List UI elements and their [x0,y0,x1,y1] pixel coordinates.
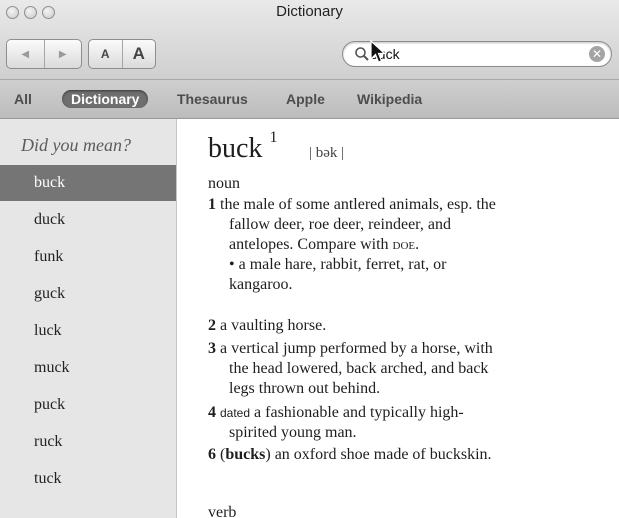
suggestion-label: guck [34,285,66,302]
suggestion-label: funk [34,248,64,265]
sense-6: 6 (bucks) an oxford shoe made of buckski… [208,445,608,465]
suggestion-item[interactable]: tuck [0,461,176,497]
subsense-text: kangaroo. [229,276,293,293]
suggestion-item[interactable]: funk [0,239,176,275]
mouse-pointer-icon [370,40,387,63]
suggestion-item[interactable]: muck [0,350,176,386]
suggestion-item[interactable]: guck [0,276,176,312]
suggestion-label: ruck [34,433,63,450]
sense-text: ) an oxford shoe made of buckskin. [265,446,492,463]
suggestion-item[interactable]: luck [0,313,176,349]
tab-apple[interactable]: Apple [286,91,325,107]
sense-text: a vaulting horse. [220,317,327,334]
sense-text: fallow deer, roe deer, reindeer, and [229,216,451,233]
tab-all[interactable]: All [14,91,32,107]
sense-text: a fashionable and typically high- [250,404,464,421]
source-scope-bar: All Dictionary Thesaurus Apple Wikipedia [0,80,619,119]
sense-text: a vertical jump performed by a horse, wi… [220,340,493,357]
suggestion-label: muck [34,359,70,376]
decrease-font-button[interactable]: A [89,40,122,68]
forward-button[interactable]: ▶ [43,40,82,68]
search-input[interactable] [370,45,570,63]
variant-form: bucks [225,446,266,463]
sidebar-header: Did you mean? [21,135,131,155]
suggestion-label: luck [34,322,62,339]
headword-text: buck [208,133,263,164]
sense-number: 3 [208,340,216,357]
sense-text: . [415,236,420,253]
sense-text: legs thrown out behind. [229,380,381,397]
window-title: Dictionary [276,3,343,20]
navigation-buttons: ◀ ▶ [6,39,82,69]
sense-text: the head lowered, back arched, and back [229,360,489,377]
suggestion-item[interactable]: ruck [0,424,176,460]
suggestion-item[interactable]: duck [0,202,176,238]
definition-pane: buck 1 | bək | noun 1 the male of some a… [177,119,619,518]
window-toolbar: Dictionary ◀ ▶ A A ✕ [0,0,619,80]
sense-text: antelopes. Compare with [229,236,393,253]
sense-number: 2 [208,317,216,334]
part-of-speech: noun [208,175,240,192]
cross-reference-link[interactable]: doe [393,237,416,253]
suggestions-sidebar: Did you mean? buck duck funk guck luck m… [0,119,177,518]
clear-search-button[interactable]: ✕ [589,46,605,62]
suggestion-label: buck [34,174,66,191]
search-icon [355,47,369,61]
suggestion-label: tuck [34,470,62,487]
forward-arrow-icon: ▶ [58,48,67,60]
font-size-buttons: A A [88,39,156,69]
register-label: dated [220,406,251,420]
headword: buck 1 [208,129,277,165]
tab-wikipedia[interactable]: Wikipedia [357,91,422,107]
back-button[interactable]: ◀ [7,40,44,68]
back-arrow-icon: ◀ [21,48,30,60]
pronunciation: | bək | [309,145,345,161]
suggestion-label: duck [34,211,66,228]
tab-thesaurus[interactable]: Thesaurus [177,91,248,107]
homograph-number: 1 [269,129,278,146]
sense-text: the male of some antlered animals, esp. … [220,196,496,213]
subsense-text: • a male hare, rabbit, ferret, rat, or [229,256,447,273]
sense-text: spirited young man. [229,424,357,441]
suggestion-label: puck [34,396,66,413]
suggestion-item[interactable]: puck [0,387,176,423]
tab-dictionary[interactable]: Dictionary [62,90,149,108]
sense-number: 1 [208,196,216,213]
sense-number: 4 [208,404,216,421]
part-of-speech: verb [208,504,237,518]
sense-number: 6 [208,446,216,463]
sense-3: 3 a vertical jump performed by a horse, … [208,339,608,399]
sense-1: 1 the male of some antlered animals, esp… [208,195,608,295]
suggestion-item[interactable]: buck [0,165,176,201]
increase-font-button[interactable]: A [121,40,156,68]
sense-2: 2 a vaulting horse. [208,316,608,336]
sense-4: 4 dated a fashionable and typically high… [208,403,608,443]
